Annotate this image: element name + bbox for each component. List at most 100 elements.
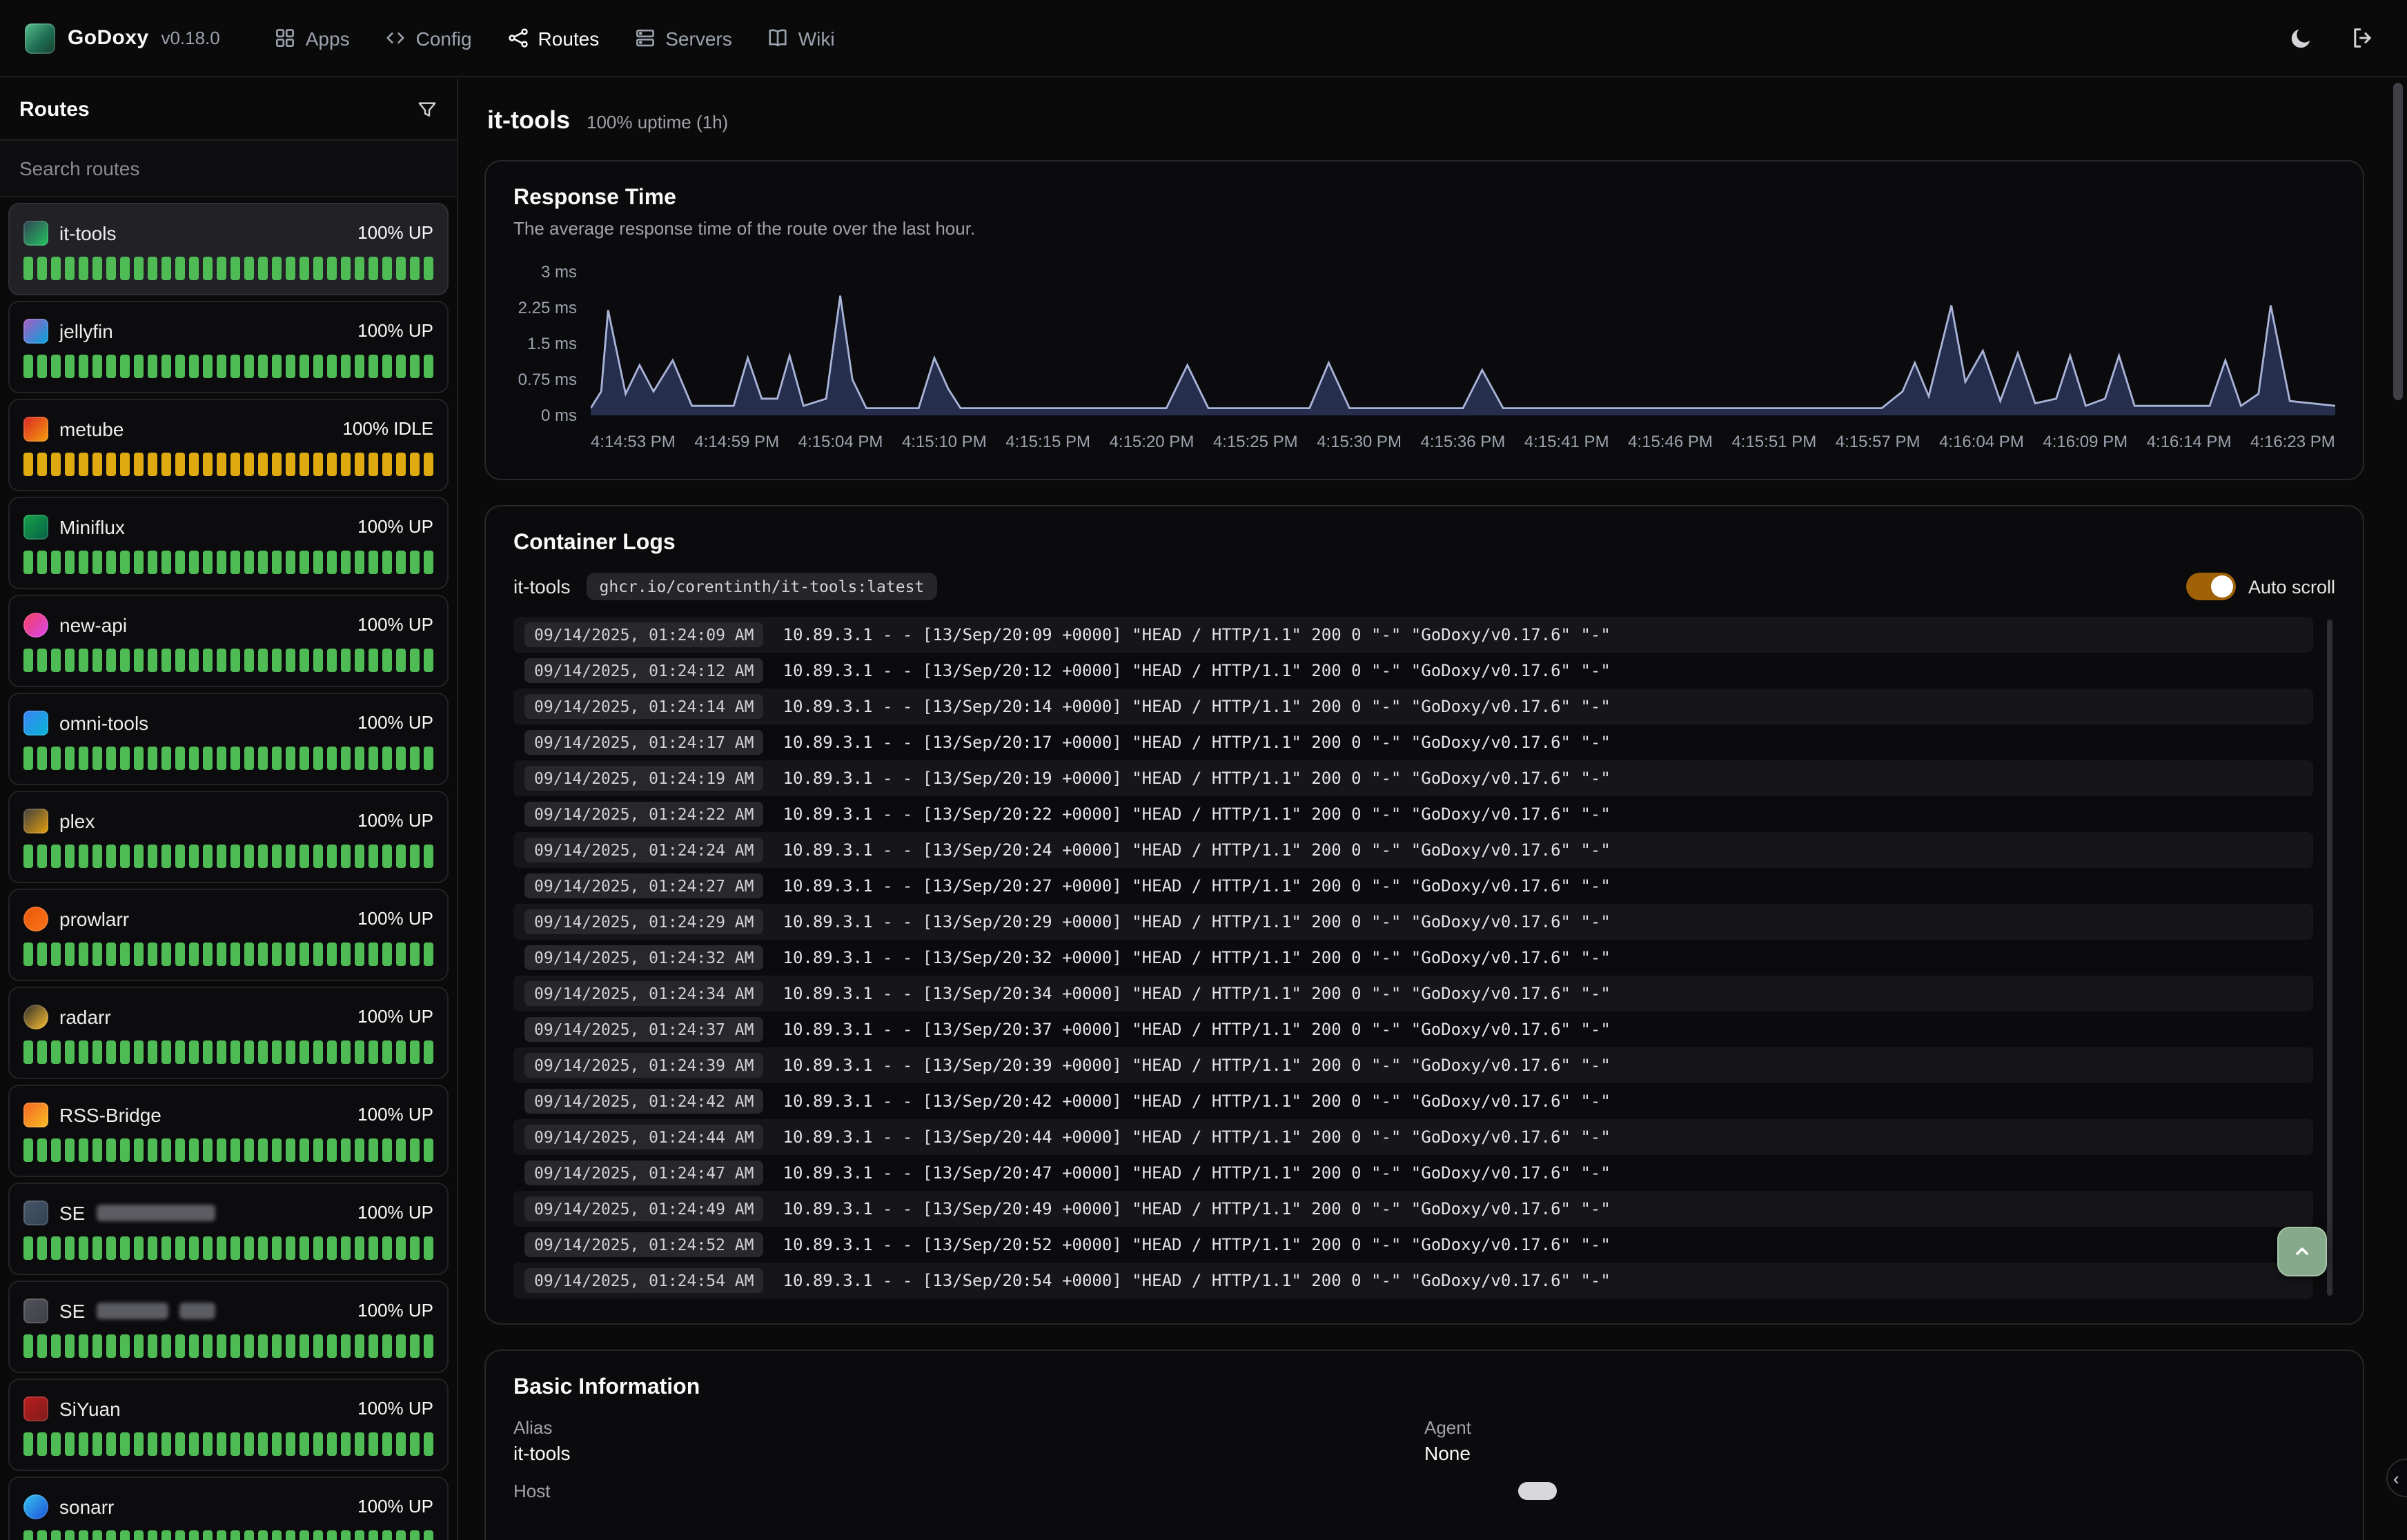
log-scrollbar[interactable] [2327,620,2332,1296]
log-timestamp: 09/14/2025, 01:24:49 AM [524,1196,764,1221]
log-timestamp: 09/14/2025, 01:24:09 AM [524,622,764,647]
route-status: 100% UP [357,1398,433,1419]
nav-item-label: Routes [538,27,600,49]
log-line: 09/14/2025, 01:24:09 AM 10.89.3.1 - - [13… [513,617,2313,653]
log-timestamp: 09/14/2025, 01:24:27 AM [524,873,764,898]
uptime-bars [23,1236,433,1260]
response-time-subtitle: The average response time of the route o… [513,218,2335,239]
siyuan-icon [23,1396,48,1421]
route-item-omni-tools[interactable]: omni-tools100% UP [8,693,449,785]
x-tick-label: 4:15:15 PM [1005,432,1090,451]
agent-field: Agent None [1424,1417,2335,1464]
chevron-up-icon [2291,1241,2313,1263]
log-text: 10.89.3.1 - - [13/Sep/20:34 +0000] "HEAD… [783,984,1611,1003]
route-item-it-tools[interactable]: it-tools100% UP [8,203,449,295]
log-text: 10.89.3.1 - - [13/Sep/20:22 +0000] "HEAD… [783,804,1611,824]
log-text: 10.89.3.1 - - [13/Sep/20:09 +0000] "HEAD… [783,625,1611,644]
search-input[interactable] [0,157,457,179]
route-item-jellyfin[interactable]: jellyfin100% UP [8,301,449,393]
nav-item-apps[interactable]: Apps [275,27,350,49]
version-label: v0.18.0 [161,28,219,48]
nav-item-config[interactable]: Config [386,27,472,49]
route-item-radarr[interactable]: radarr100% UP [8,987,449,1079]
uptime-summary: 100% uptime (1h) [587,112,728,132]
log-text: 10.89.3.1 - - [13/Sep/20:27 +0000] "HEAD… [783,876,1611,896]
x-tick-label: 4:16:14 PM [2147,432,2232,451]
response-time-title: Response Time [513,186,2335,211]
route-item-metube[interactable]: metube100% IDLE [8,399,449,491]
navbar: GoDoxy v0.18.0 Apps Config Routes Servers Wi… [0,0,2407,77]
log-timestamp: 09/14/2025, 01:24:47 AM [524,1161,764,1185]
log-line: 09/14/2025, 01:24:22 AM10.89.3.1 - - [13… [513,796,2313,832]
log-timestamp: 09/14/2025, 01:24:12 AM [524,658,764,683]
brand-name: GoDoxy [68,26,148,50]
nav-item-servers[interactable]: Servers [635,27,731,49]
log-timestamp: 09/14/2025, 01:24:24 AM [524,838,764,862]
auto-scroll-toggle[interactable] [2186,573,2236,600]
route-item-se[interactable]: SE100% UP [8,1183,449,1275]
y-tick-label: 0 ms [541,406,577,425]
route-status: 100% UP [357,908,433,929]
x-tick-label: 4:15:20 PM [1110,432,1195,451]
log-line: 09/14/2025, 01:24:52 AM10.89.3.1 - - [13… [513,1227,2313,1263]
window-scrollbar-thumb[interactable] [2393,83,2403,400]
x-tick-label: 4:15:41 PM [1524,432,1609,451]
route-name: omni-tools [59,711,148,733]
x-tick-label: 4:15:46 PM [1628,432,1713,451]
route-name: Miniflux [59,515,125,537]
route-item-se[interactable]: SE100% UP [8,1281,449,1373]
response-chart-plot [591,261,2335,421]
book-icon [768,28,789,48]
route-item-miniflux[interactable]: Miniflux100% UP [8,497,449,589]
x-tick-label: 4:15:57 PM [1836,432,1920,451]
x-tick-label: 4:16:04 PM [1939,432,2024,451]
log-text: 10.89.3.1 - - [13/Sep/20:44 +0000] "HEAD… [783,1127,1611,1147]
route-item-plex[interactable]: plex100% UP [8,791,449,883]
scroll-to-top-button[interactable] [2277,1227,2327,1276]
route-status: 100% UP [357,1006,433,1027]
log-line: 09/14/2025, 01:24:12 AM10.89.3.1 - - [13… [513,653,2313,689]
logout-button[interactable] [2341,17,2382,59]
log-line: 09/14/2025, 01:24:27 AM 10.89.3.1 - - [13… [513,868,2313,904]
logout-icon [2350,26,2373,50]
redacted-text [96,1204,215,1221]
y-tick-label: 2.25 ms [518,298,577,317]
log-timestamp: 09/14/2025, 01:24:42 AM [524,1089,764,1114]
theme-toggle-button[interactable] [2280,17,2321,59]
log-text: 10.89.3.1 - - [13/Sep/20:39 +0000] "HEAD… [783,1056,1611,1075]
log-text: 10.89.3.1 - - [13/Sep/20:17 +0000] "HEAD… [783,733,1611,752]
route-name: SE [59,1299,85,1321]
log-timestamp: 09/14/2025, 01:24:54 AM [524,1268,764,1293]
log-area: 09/14/2025, 01:24:09 AM 10.89.3.1 - - [13… [513,617,2335,1299]
filter-button[interactable] [417,99,438,119]
log-line: 09/14/2025, 01:24:17 AM10.89.3.1 - - [13… [513,724,2313,760]
se-app-icon [23,1200,48,1225]
nav-item-label: Servers [665,27,731,49]
log-line: 09/14/2025, 01:24:19 AM10.89.3.1 - - [13… [513,760,2313,796]
nav-item-wiki[interactable]: Wiki [768,27,835,49]
chart-x-axis: 4:14:53 PM4:14:59 PM4:15:04 PM4:15:10 PM… [591,432,2335,451]
route-item-rss-bridge[interactable]: RSS-Bridge100% UP [8,1085,449,1177]
grid-icon [275,28,296,48]
log-timestamp: 09/14/2025, 01:24:29 AM [524,909,764,934]
uptime-bars [23,1530,433,1540]
nav-item-routes[interactable]: Routes [508,27,600,49]
uptime-bars [23,1138,433,1162]
route-name: prowlarr [59,907,129,929]
uptime-bars [23,1040,433,1064]
route-item-prowlarr[interactable]: prowlarr 100% UP [8,889,449,981]
page-header: it-tools 100% uptime (1h) [487,106,2364,135]
uptime-bars [23,649,433,672]
uptime-bars [23,257,433,280]
route-name: jellyfin [59,319,113,342]
route-item-sonarr[interactable]: sonarr100% UP [8,1477,449,1540]
route-item-new-api[interactable]: new-api100% UP [8,595,449,687]
uptime-bars [23,551,433,574]
log-timestamp: 09/14/2025, 01:24:52 AM [524,1232,764,1257]
log-line: 09/14/2025, 01:24:32 AM10.89.3.1 - - [13… [513,940,2313,976]
uptime-bars [23,1334,433,1358]
route-item-siyuan[interactable]: SiYuan100% UP [8,1379,449,1471]
route-name: new-api [59,613,127,635]
log-route-name: it-tools [513,575,570,598]
route-status: 100% UP [357,1496,433,1517]
